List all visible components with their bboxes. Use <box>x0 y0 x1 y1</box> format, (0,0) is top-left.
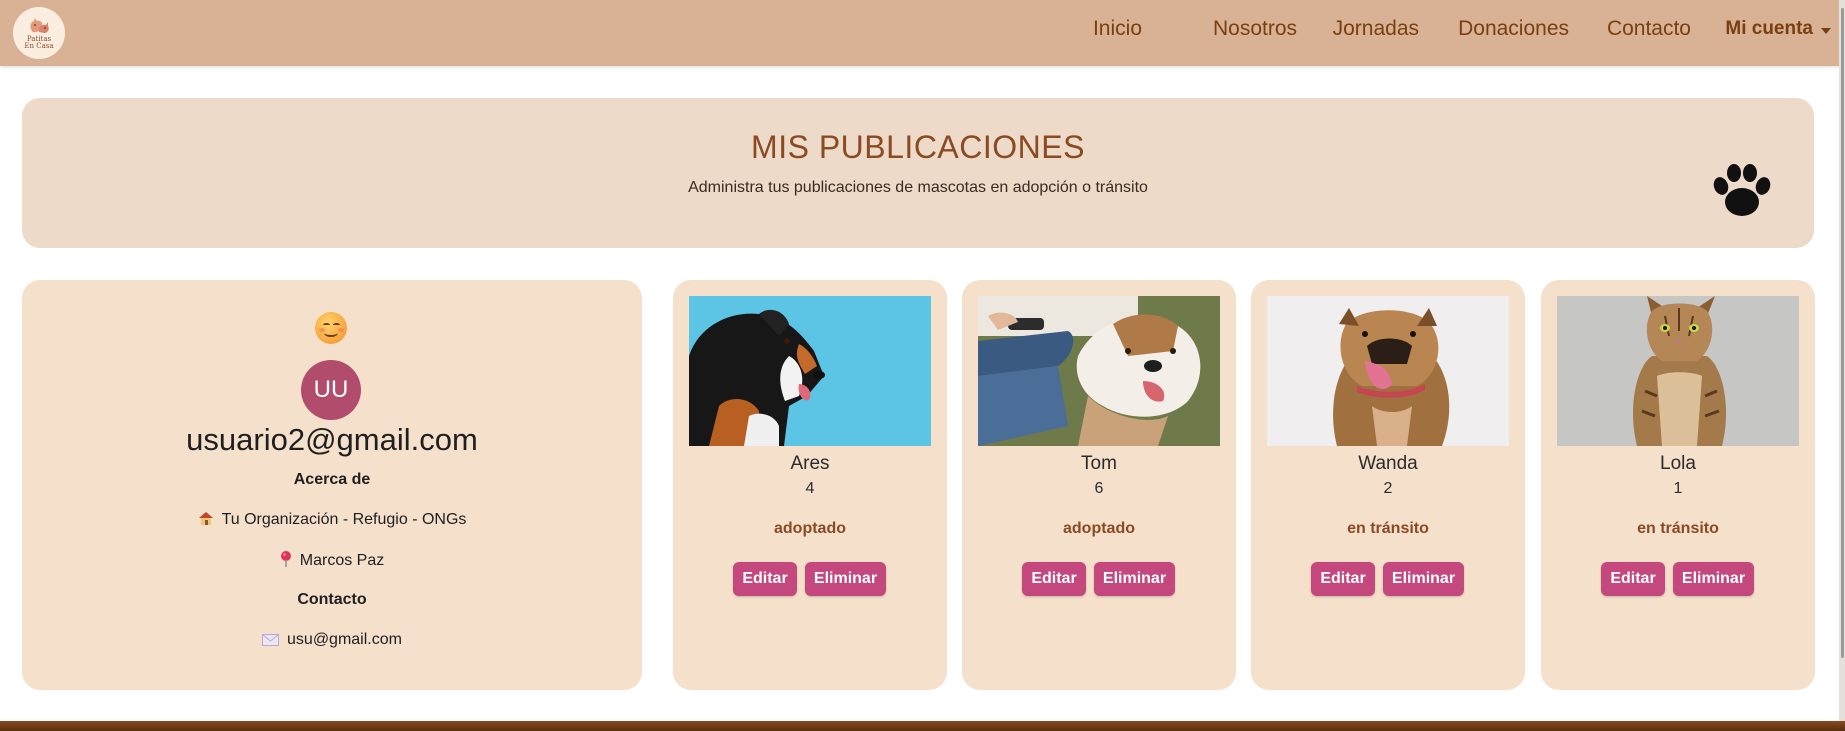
nav-link-inicio[interactable]: Inicio <box>1093 11 1142 47</box>
page-title: MIS PUBLICACIONES <box>751 129 1085 165</box>
nav-link-jornadas[interactable]: Jornadas <box>1333 11 1419 47</box>
delete-button[interactable]: Eliminar <box>1094 562 1175 596</box>
nav-link-contacto[interactable]: Contacto <box>1607 11 1691 47</box>
pet-card-wanda: Wanda 2 en tránsito Editar Eliminar <box>1251 280 1525 690</box>
contact-email: usu@gmail.com <box>287 631 402 648</box>
pet-age: 1 <box>1673 480 1683 497</box>
contact-heading: Contacto <box>297 591 367 608</box>
navbar: Patitas En Casa Inicio Nosotros Jornadas… <box>0 0 1845 66</box>
pet-name: Lola <box>1660 453 1696 474</box>
smiling-face-icon <box>315 312 347 344</box>
logo-text-2: En Casa <box>24 42 54 50</box>
edit-button[interactable]: Editar <box>1311 562 1375 596</box>
edit-button[interactable]: Editar <box>1601 562 1665 596</box>
envelope-icon <box>262 634 280 646</box>
avatar: UU <box>301 360 361 420</box>
house-icon <box>198 512 213 525</box>
pet-card-tom: Tom 6 adoptado Editar Eliminar <box>962 280 1236 690</box>
delete-button[interactable]: Eliminar <box>1383 562 1464 596</box>
pet-age: 6 <box>1094 480 1104 497</box>
logo[interactable]: Patitas En Casa <box>13 7 65 59</box>
pet-status: adoptado <box>1063 520 1135 537</box>
footer-bar <box>0 721 1845 731</box>
nav-link-donaciones[interactable]: Donaciones <box>1458 11 1569 47</box>
organization-line: Tu Organización - Refugio - ONGs <box>22 511 642 529</box>
profile-card: UU usuario2@gmail.com Acerca de Tu Organ… <box>22 280 642 690</box>
pet-photo-lola <box>1557 296 1799 446</box>
organization-text: Tu Organización - Refugio - ONGs <box>221 511 467 528</box>
chevron-down-icon[interactable] <box>1821 28 1831 34</box>
paw-icon <box>1713 164 1771 216</box>
edit-button[interactable]: Editar <box>1022 562 1086 596</box>
pet-status: en tránsito <box>1637 520 1719 537</box>
page-header-banner: MIS PUBLICACIONES Administra tus publica… <box>22 98 1814 248</box>
pet-card-ares: Ares 4 adoptado Editar Eliminar <box>673 280 947 690</box>
pet-age: 2 <box>1383 480 1393 497</box>
contact-line: usu@gmail.com <box>22 631 642 649</box>
pet-status: adoptado <box>774 520 846 537</box>
profile-email: usuario2@gmail.com <box>186 422 478 457</box>
pet-status: en tránsito <box>1347 520 1429 537</box>
scrollbar-thumb[interactable] <box>1841 8 1844 658</box>
edit-button[interactable]: Editar <box>733 562 797 596</box>
cat-dog-logo-icon <box>30 18 49 33</box>
nav-link-nosotros[interactable]: Nosotros <box>1213 11 1297 47</box>
pet-name: Tom <box>1081 453 1117 474</box>
pet-photo-ares <box>689 296 931 446</box>
delete-button[interactable]: Eliminar <box>805 562 886 596</box>
about-heading: Acerca de <box>293 471 371 488</box>
location-text: Marcos Paz <box>299 552 385 569</box>
pet-name: Ares <box>790 453 830 474</box>
scrollbar[interactable] <box>1839 0 1845 731</box>
pet-card-lola: Lola 1 en tránsito Editar Eliminar <box>1541 280 1815 690</box>
pin-icon <box>280 551 291 567</box>
location-line: Marcos Paz <box>22 551 642 570</box>
pet-age: 4 <box>805 480 815 497</box>
pet-photo-wanda <box>1267 296 1509 446</box>
account-menu[interactable]: Mi cuenta <box>1725 11 1813 47</box>
pet-name: Wanda <box>1358 453 1418 474</box>
page-subtitle: Administra tus publicaciones de mascotas… <box>688 179 1148 196</box>
pet-photo-tom <box>978 296 1220 446</box>
delete-button[interactable]: Eliminar <box>1673 562 1754 596</box>
